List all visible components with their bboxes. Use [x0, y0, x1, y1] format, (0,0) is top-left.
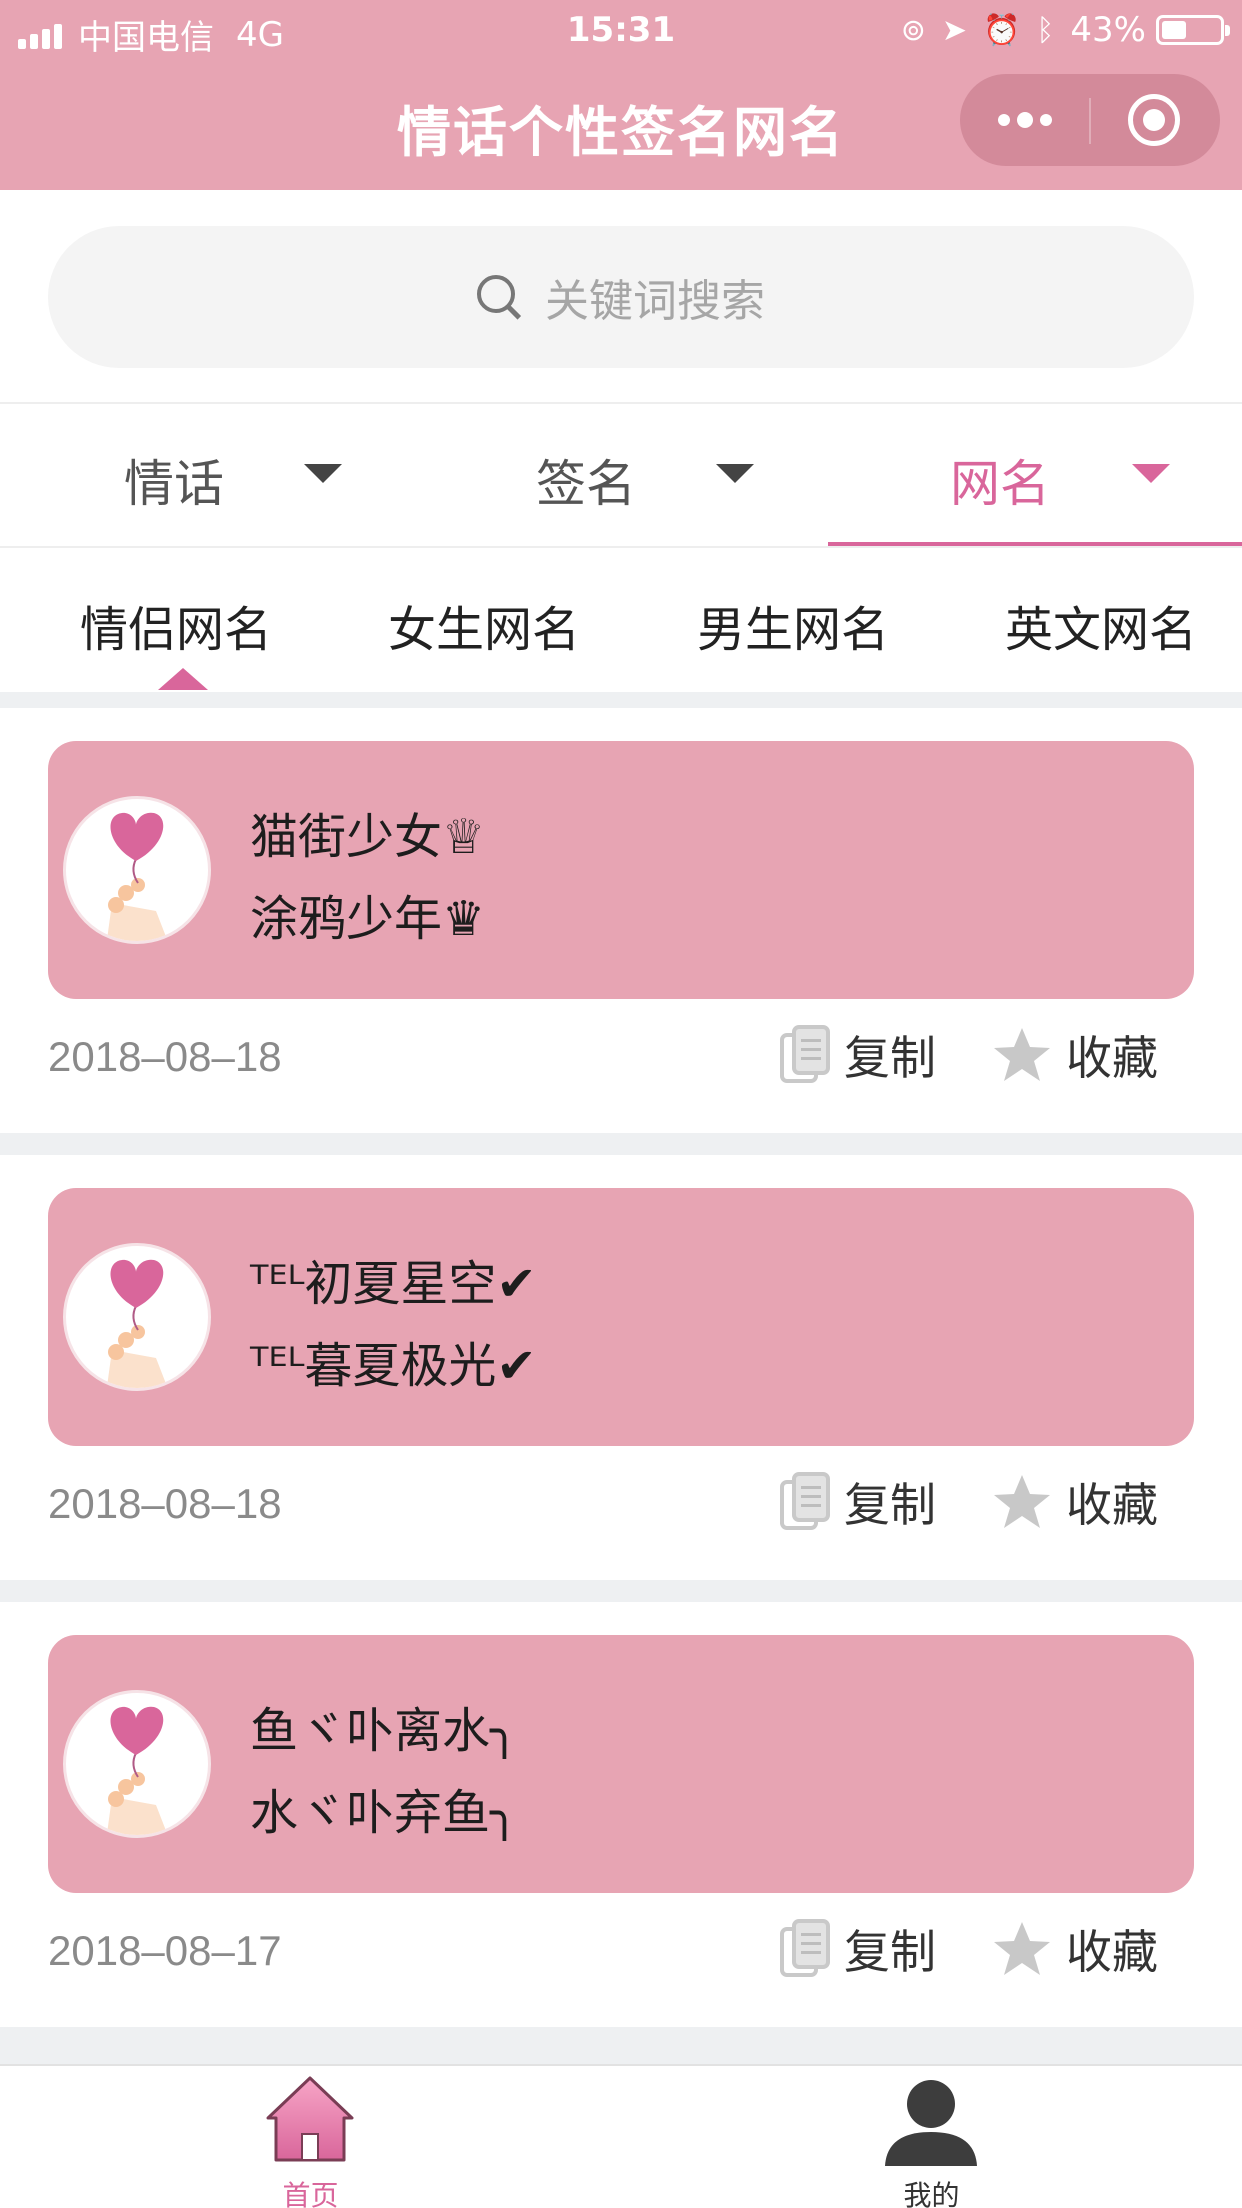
- nickname-line: ᵀᴱᴸ暮夏极光✔: [250, 1338, 537, 1394]
- location-arrow-icon: ➤: [941, 12, 968, 48]
- app-header: 中国电信 4G 15:31 ⊚ ➤ ⏰ ᛒ 43% 情话个性签名网名: [0, 0, 1242, 190]
- rotation-lock-icon: ⊚: [900, 12, 926, 48]
- nickname-line: 猫街少女♕: [250, 809, 486, 865]
- star-icon: [994, 1028, 1050, 1081]
- tab-home[interactable]: 首页: [0, 2066, 621, 2208]
- copy-icon: [780, 1025, 830, 1083]
- tab-home-label: 首页: [282, 2179, 339, 2208]
- post-date: 2018–08–18: [48, 1033, 282, 1080]
- filter-label: 网名: [950, 455, 1050, 513]
- copy-button[interactable]: 复制: [780, 1914, 936, 1984]
- post-card[interactable]: 猫街少女♕ 涂鸦少年♛: [48, 741, 1194, 999]
- category-tabs: 情侣网名 女生网名 男生网名 英文网名: [0, 548, 1242, 692]
- search-icon: [477, 275, 521, 319]
- section-gap: [0, 1580, 1242, 1602]
- copy-button[interactable]: 复制: [780, 1020, 936, 1090]
- bottom-tab-bar: 首页 我的: [0, 2064, 1242, 2208]
- nickname-line: ᵀᴱᴸ初夏星空✔: [250, 1256, 537, 1312]
- copy-button[interactable]: 复制: [780, 1467, 936, 1537]
- avatar: [63, 1690, 211, 1838]
- nickname-lines: 猫街少女♕ 涂鸦少年♛: [250, 796, 485, 960]
- copy-label: 复制: [844, 1031, 936, 1085]
- star-icon: [994, 1922, 1050, 1975]
- nickname-line: 水ヾ卟弃鱼╮: [250, 1785, 519, 1841]
- filter-active-underline: [828, 542, 1242, 546]
- caret-down-icon: [304, 464, 342, 483]
- target-circle-icon[interactable]: [1128, 94, 1180, 146]
- nickname-lines: ᵀᴱᴸ初夏星空✔ ᵀᴱᴸ暮夏极光✔: [250, 1243, 537, 1407]
- nickname-line: 鱼ヾ卟离水╮: [250, 1703, 519, 1759]
- copy-icon: [780, 1919, 830, 1977]
- post-item: ᵀᴱᴸ初夏星空✔ ᵀᴱᴸ暮夏极光✔ 2018–08–18 复制 收藏: [0, 1155, 1242, 1580]
- post-item: 鱼ヾ卟离水╮ 水ヾ卟弃鱼╮ 2018–08–17 复制 收藏: [0, 1602, 1242, 2027]
- category-tab-couple[interactable]: 情侣网名: [80, 590, 272, 660]
- post-date: 2018–08–17: [48, 1927, 282, 1974]
- heart-balloon-icon: [106, 812, 168, 941]
- battery-icon: [1156, 15, 1230, 45]
- post-card[interactable]: 鱼ヾ卟离水╮ 水ヾ卟弃鱼╮: [48, 1635, 1194, 1893]
- battery-percent: 43%: [1070, 10, 1146, 50]
- category-tab-girl[interactable]: 女生网名: [388, 590, 580, 660]
- heart-balloon-icon: [106, 1259, 168, 1388]
- capsule-divider: [1089, 98, 1091, 144]
- tab-mine-label: 我的: [903, 2179, 960, 2208]
- heart-balloon-icon: [106, 1706, 168, 1835]
- favorite-label: 收藏: [1066, 1478, 1158, 1532]
- more-dots-icon[interactable]: [998, 112, 1059, 128]
- user-icon: [885, 2080, 977, 2166]
- category-tab-boy[interactable]: 男生网名: [697, 590, 889, 660]
- category-active-indicator: [158, 668, 208, 690]
- copy-icon: [780, 1472, 830, 1530]
- caret-down-icon: [716, 464, 754, 483]
- post-card[interactable]: ᵀᴱᴸ初夏星空✔ ᵀᴱᴸ暮夏极光✔: [48, 1188, 1194, 1446]
- copy-label: 复制: [844, 1925, 936, 1979]
- avatar: [63, 1243, 211, 1391]
- avatar: [63, 796, 211, 944]
- filter-label: 签名: [536, 455, 636, 513]
- search-input[interactable]: 关键词搜索: [48, 226, 1194, 368]
- favorite-label: 收藏: [1066, 1925, 1158, 1979]
- favorite-button[interactable]: 收藏: [992, 1020, 1158, 1090]
- section-gap: [0, 1133, 1242, 1155]
- favorite-label: 收藏: [1066, 1031, 1158, 1085]
- search-section: 关键词搜索: [0, 190, 1242, 402]
- home-icon: [266, 2076, 354, 2162]
- filter-tabs: 情话 签名 网名: [0, 402, 1242, 548]
- category-tab-english[interactable]: 英文网名: [1005, 590, 1197, 660]
- caret-down-icon: [1132, 464, 1170, 483]
- search-placeholder: 关键词搜索: [545, 276, 765, 327]
- status-bar: 中国电信 4G 15:31 ⊚ ➤ ⏰ ᛒ 43%: [0, 0, 1242, 60]
- nickname-line: 涂鸦少年♛: [250, 891, 486, 947]
- favorite-button[interactable]: 收藏: [992, 1467, 1158, 1537]
- star-icon: [994, 1475, 1050, 1528]
- filter-tab-qinghua[interactable]: 情话: [0, 404, 414, 546]
- tab-mine[interactable]: 我的: [621, 2066, 1242, 2208]
- copy-label: 复制: [844, 1478, 936, 1532]
- status-right: ⊚ ➤ ⏰ ᛒ 43%: [900, 10, 1230, 50]
- alarm-icon: ⏰: [983, 12, 1021, 48]
- section-gap: [0, 2027, 1242, 2064]
- post-item: 猫街少女♕ 涂鸦少年♛ 2018–08–18 复制 收藏: [0, 708, 1242, 1133]
- filter-tab-qianming[interactable]: 签名: [414, 404, 828, 546]
- nickname-lines: 鱼ヾ卟离水╮ 水ヾ卟弃鱼╮: [250, 1690, 519, 1854]
- favorite-button[interactable]: 收藏: [992, 1914, 1158, 1984]
- post-date: 2018–08–18: [48, 1480, 282, 1527]
- battery-level: [1162, 21, 1186, 39]
- filter-tab-wangming[interactable]: 网名: [828, 404, 1242, 546]
- bluetooth-icon: ᛒ: [1036, 12, 1055, 48]
- mini-program-capsule: [960, 74, 1220, 166]
- filter-label: 情话: [124, 455, 224, 513]
